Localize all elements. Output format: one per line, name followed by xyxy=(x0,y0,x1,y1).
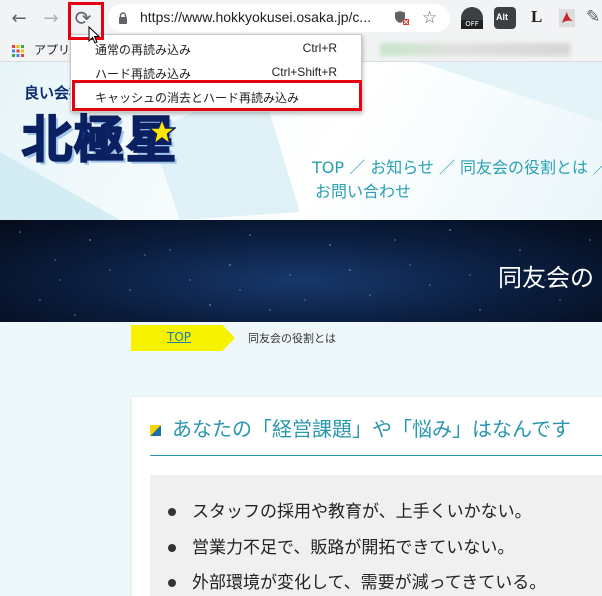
wrench-icon: ✎ xyxy=(586,7,601,27)
breadcrumb-top[interactable]: TOP xyxy=(131,325,235,351)
address-bar[interactable]: https://www.hokkyokusei.osaka.jp/c... ☆ xyxy=(108,4,450,32)
menu-item-shortcut: Ctrl+R xyxy=(302,41,337,55)
list-item: スタッフの採用や教育が、上手くいかない。 xyxy=(192,502,532,522)
list-item: 外部環境が変化して、需要が減ってきている。 xyxy=(192,573,547,593)
content-card: あなたの「経営課題」や「悩み」はなんです スタッフの採用や教育が、上手くいかない… xyxy=(132,397,602,596)
bullet-icon xyxy=(168,508,176,516)
list-item: 営業力不足で、販路が開拓できていない。 xyxy=(192,538,515,558)
wrench-extension-icon[interactable]: ✎ xyxy=(586,7,602,29)
global-nav: TOP ／ お知らせ ／ 同友会の役割とは ／ 〉 お問い合わせ xyxy=(312,156,602,204)
logo-star-icon xyxy=(148,118,176,146)
nav-line-1[interactable]: TOP ／ お知らせ ／ 同友会の役割とは ／ 〉 xyxy=(312,156,602,180)
pdf-extension-icon[interactable] xyxy=(556,7,578,29)
forward-button[interactable]: → xyxy=(38,5,64,31)
url-text: https://www.hokkyokusei.osaka.jp/c... xyxy=(140,9,372,25)
extension-off-icon[interactable]: OFF xyxy=(461,7,483,29)
issues-list: スタッフの採用や教育が、上手くいかない。 営業力不足で、販路が開拓できていない。… xyxy=(150,475,602,596)
menu-item-highlight-box xyxy=(72,80,362,111)
extension-alt-icon[interactable]: Alt xyxy=(494,7,516,29)
blurred-bookmarks xyxy=(380,43,570,56)
back-button[interactable]: ← xyxy=(6,5,32,31)
section-title: あなたの「経営課題」や「悩み」はなんです xyxy=(172,417,571,441)
menu-item-shortcut: Ctrl+Shift+R xyxy=(271,65,337,79)
lock-icon xyxy=(119,12,127,24)
mouse-cursor-icon xyxy=(88,26,100,44)
apps-grid-icon[interactable] xyxy=(12,42,24,57)
apps-label[interactable]: アプリ xyxy=(34,41,70,58)
section-marker-icon xyxy=(150,425,161,436)
bookmark-star-icon[interactable]: ☆ xyxy=(422,8,437,28)
web-page: 良い会社 北極星 TOP ／ お知らせ ／ 同友会の役割とは ／ 〉 お問い合わ… xyxy=(0,62,602,596)
hero-title: 同友会の xyxy=(498,264,594,292)
off-badge: OFF xyxy=(461,20,483,29)
breadcrumb-top-link[interactable]: TOP xyxy=(167,330,191,344)
forward-arrow-icon: → xyxy=(43,7,59,29)
section-divider xyxy=(150,455,602,456)
l-letter: L xyxy=(531,7,543,26)
menu-item-label: 通常の再読み込み xyxy=(95,43,192,57)
alt-badge: Alt xyxy=(496,12,508,22)
pdf-icon xyxy=(559,9,575,27)
breadcrumb-current: 同友会の役割とは xyxy=(248,332,336,345)
back-arrow-icon: ← xyxy=(11,7,27,29)
hero-banner: 同友会の xyxy=(0,220,602,322)
extension-l-icon[interactable]: L xyxy=(526,7,548,29)
bullet-icon xyxy=(168,579,176,587)
menu-item-normal-reload[interactable]: 通常の再読み込み Ctrl+R xyxy=(71,37,361,60)
bullet-icon xyxy=(168,544,176,552)
cookie-blocked-icon[interactable] xyxy=(394,10,410,26)
browser-toolbar: ← → ⟳ https://www.hokkyokusei.osaka.jp/c… xyxy=(0,0,602,44)
nav-contact-link[interactable]: お問い合わせ xyxy=(312,180,602,204)
